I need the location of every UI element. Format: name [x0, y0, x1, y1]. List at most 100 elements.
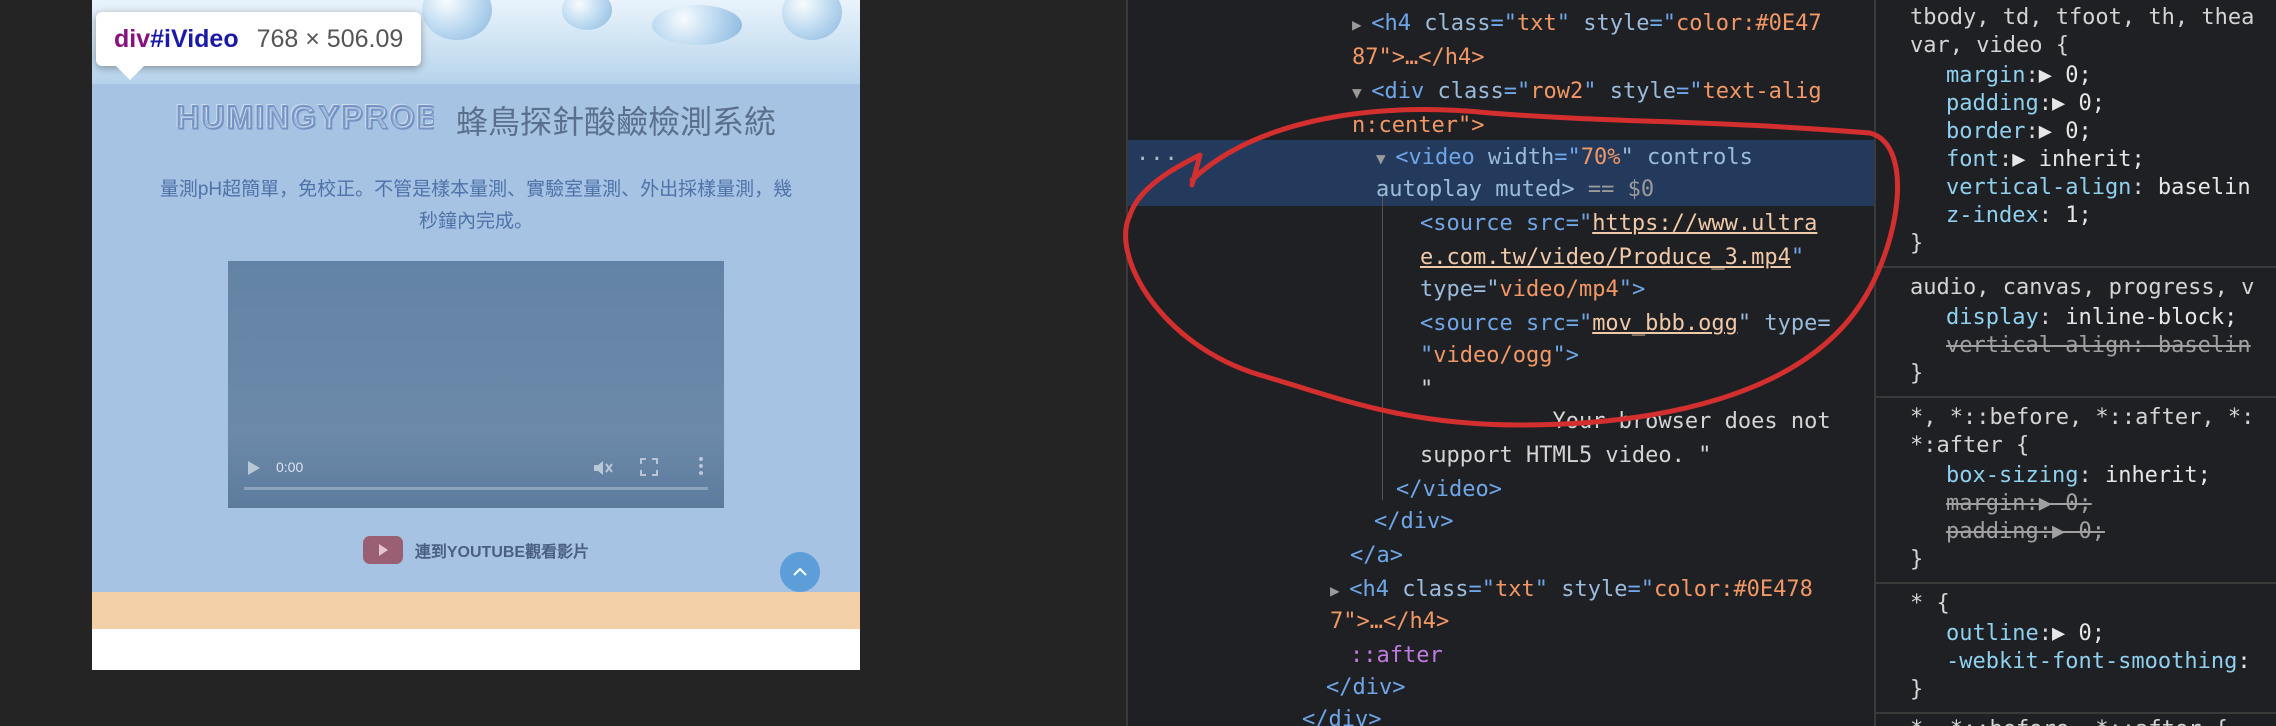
dom-line-text[interactable]: support HTML5 video. " [1420, 440, 1711, 472]
collapse-triangle-icon[interactable]: ▼ [1352, 83, 1371, 102]
css-value: baselin [2144, 175, 2251, 200]
attr-value: video/ogg [1433, 343, 1553, 368]
video-player[interactable]: 0:00 [228, 261, 724, 508]
rule-divider [1876, 396, 2276, 398]
css-prop: -webkit-font-smoothing [1946, 649, 2238, 674]
dom-line-div-cont[interactable]: n:center"> [1352, 110, 1484, 142]
css-decl[interactable]: border:▶ 0; [1946, 118, 2092, 146]
dom-line-video-close[interactable]: </video> [1396, 474, 1502, 506]
css-selector[interactable]: audio, canvas, progress, v [1910, 274, 2254, 302]
attr-name: style [1561, 577, 1628, 602]
dom-line-a-close[interactable]: </a> [1350, 540, 1403, 572]
dom-line-div-close[interactable]: </div> [1374, 506, 1453, 538]
dom-line-source-mp4-cont[interactable]: e.com.tw/video/Produce_3.mp4" [1420, 242, 1804, 274]
css-decl[interactable]: display: inline-block; [1946, 304, 2237, 332]
dom-line-div-close[interactable]: </div> [1326, 672, 1405, 704]
css-selector[interactable]: *, *::before, *::after, *: [1910, 404, 2254, 432]
css-value: ▶ 0; [2038, 119, 2092, 144]
dom-line-source-mp4[interactable]: <source src="https://www.ultra [1420, 208, 1817, 240]
tooltip-tag: div [114, 24, 151, 53]
elements-panel: ··· ▶ <h4 class="txt" style="color:#0E47… [1126, 0, 1874, 726]
tag-open: <video [1395, 145, 1488, 170]
punct: " [1556, 11, 1584, 36]
source-url-link[interactable]: e.com.tw/video/Produce_3.mp4 [1420, 245, 1791, 270]
dom-line-h4-cont[interactable]: 87">…</h4> [1352, 42, 1484, 74]
css-decl[interactable]: box-sizing: inherit; [1946, 462, 2211, 490]
tree-guide [1382, 190, 1383, 500]
tooltip-size: 768 × 506.09 [256, 24, 404, 53]
expand-triangle-icon[interactable]: ▶ [1330, 581, 1349, 600]
dom-line-source-type[interactable]: type="video/mp4"> [1420, 274, 1645, 306]
rule-divider [1876, 712, 2276, 714]
css-decl-overridden[interactable]: padding:▶ 0; [1946, 518, 2105, 546]
tooltip-id: #iVideo [150, 24, 239, 53]
css-selector[interactable]: var, video { [1910, 32, 2069, 60]
css-selector[interactable]: * { [1910, 590, 1950, 618]
text-node: support HTML5 video. " [1420, 443, 1712, 468]
dom-line-div-close[interactable]: </div> [1302, 704, 1381, 726]
dom-line-source-ogg-cont[interactable]: "video/ogg"> [1420, 340, 1579, 372]
dom-line-div-row2[interactable]: ▼ <div class="row2" style="text-alig [1352, 76, 1822, 109]
css-selector[interactable]: *, *::before, *::after { [1910, 716, 2228, 726]
dom-line-video[interactable]: ▼ <video width="70%" controls [1376, 142, 1753, 175]
css-decl-overridden[interactable]: vertical-align: baselin [1946, 332, 2251, 360]
page-preview: div#iVideo 768 × 506.09 HUMINGYPROBE 蜂鳥探… [92, 0, 860, 670]
css-value: ▶ 0; [2051, 91, 2105, 116]
css-value: baselin [2144, 333, 2251, 358]
youtube-link[interactable]: 連到YOUTUBE觀看影片 [92, 530, 860, 570]
css-value: ▶ 0; [2038, 63, 2092, 88]
dollar-zero-marker: == $0 [1574, 177, 1655, 202]
collapse-triangle-icon[interactable]: ▼ [1376, 149, 1395, 168]
mute-icon[interactable] [592, 458, 614, 478]
css-decl[interactable]: z-index: 1; [1946, 202, 2092, 230]
css-decl[interactable]: font:▶ inherit; [1946, 146, 2145, 174]
expand-triangle-icon[interactable]: ▶ [1352, 15, 1371, 34]
css-value: inline-block; [2051, 305, 2238, 330]
css-decl[interactable]: margin:▶ 0; [1946, 62, 2092, 90]
css-decl-overridden[interactable]: margin:▶ 0; [1946, 490, 2092, 518]
css-decl[interactable]: outline:▶ 0; [1946, 620, 2105, 648]
punct: =" [1627, 577, 1654, 602]
chevron-up-icon [793, 567, 807, 576]
punct: =" [1468, 577, 1495, 602]
punct: "> [1618, 277, 1646, 302]
dom-line-source-ogg[interactable]: <source src="mov_bbb.ogg" type= [1420, 308, 1831, 340]
element-inspect-tooltip: div#iVideo 768 × 506.09 [96, 12, 422, 80]
css-decl[interactable]: vertical-align: baselin [1946, 174, 2251, 202]
css-prop: display [1946, 305, 2039, 330]
dom-line-text-node[interactable]: " [1420, 374, 1433, 406]
text-node: " [1420, 377, 1434, 402]
css-decl[interactable]: -webkit-font-smoothing: [1946, 648, 2251, 676]
css-selector[interactable]: tbody, td, tfoot, th, thea [1910, 4, 2254, 32]
more-options-icon[interactable] [698, 456, 704, 476]
css-value: ▶ 0; [2051, 519, 2105, 544]
back-to-top-button[interactable] [780, 552, 820, 592]
dom-line-text[interactable]: Your browser does not [1420, 406, 1830, 438]
punct: =" [1675, 79, 1703, 104]
dom-line-h4-cont[interactable]: 7">…</h4> [1330, 606, 1449, 638]
youtube-link-text[interactable]: 連到YOUTUBE觀看影片 [415, 538, 589, 562]
water-drop-decoration [422, 0, 492, 40]
css-value: ▶ inherit; [2012, 147, 2145, 172]
video-progress-bar[interactable] [244, 487, 708, 490]
node-actions-icon[interactable]: ··· [1136, 147, 1179, 172]
dom-line-h4[interactable]: ▶ <h4 class="txt" style="color:#0E47 [1352, 8, 1822, 41]
attr-name: class [1437, 79, 1504, 104]
dom-line-video-cont[interactable]: autoplay muted> == $0 [1376, 174, 1654, 206]
css-rule-close: } [1910, 361, 1924, 386]
pseudo-element: ::after [1350, 643, 1443, 668]
styles-panel: tbody, td, tfoot, th, thea var, video { … [1874, 0, 2276, 726]
dom-line-after[interactable]: ::after [1350, 640, 1443, 672]
css-prop: padding [1946, 91, 2039, 116]
play-icon[interactable] [246, 459, 262, 477]
css-decl[interactable]: padding:▶ 0; [1946, 90, 2105, 118]
attr-name: " controls [1620, 145, 1753, 170]
source-url-link[interactable]: https://www.ultra [1592, 211, 1817, 236]
css-prop: box-sizing [1946, 463, 2079, 488]
fullscreen-icon[interactable] [640, 458, 658, 476]
attr-value: 70% [1580, 145, 1621, 170]
dom-line-h4[interactable]: ▶ <h4 class="txt" style="color:#0E478 [1330, 574, 1813, 607]
attr-value: color:#0E478 [1653, 577, 1813, 602]
css-selector[interactable]: *:after { [1910, 432, 2029, 460]
source-url-link[interactable]: mov_bbb.ogg [1592, 311, 1738, 336]
